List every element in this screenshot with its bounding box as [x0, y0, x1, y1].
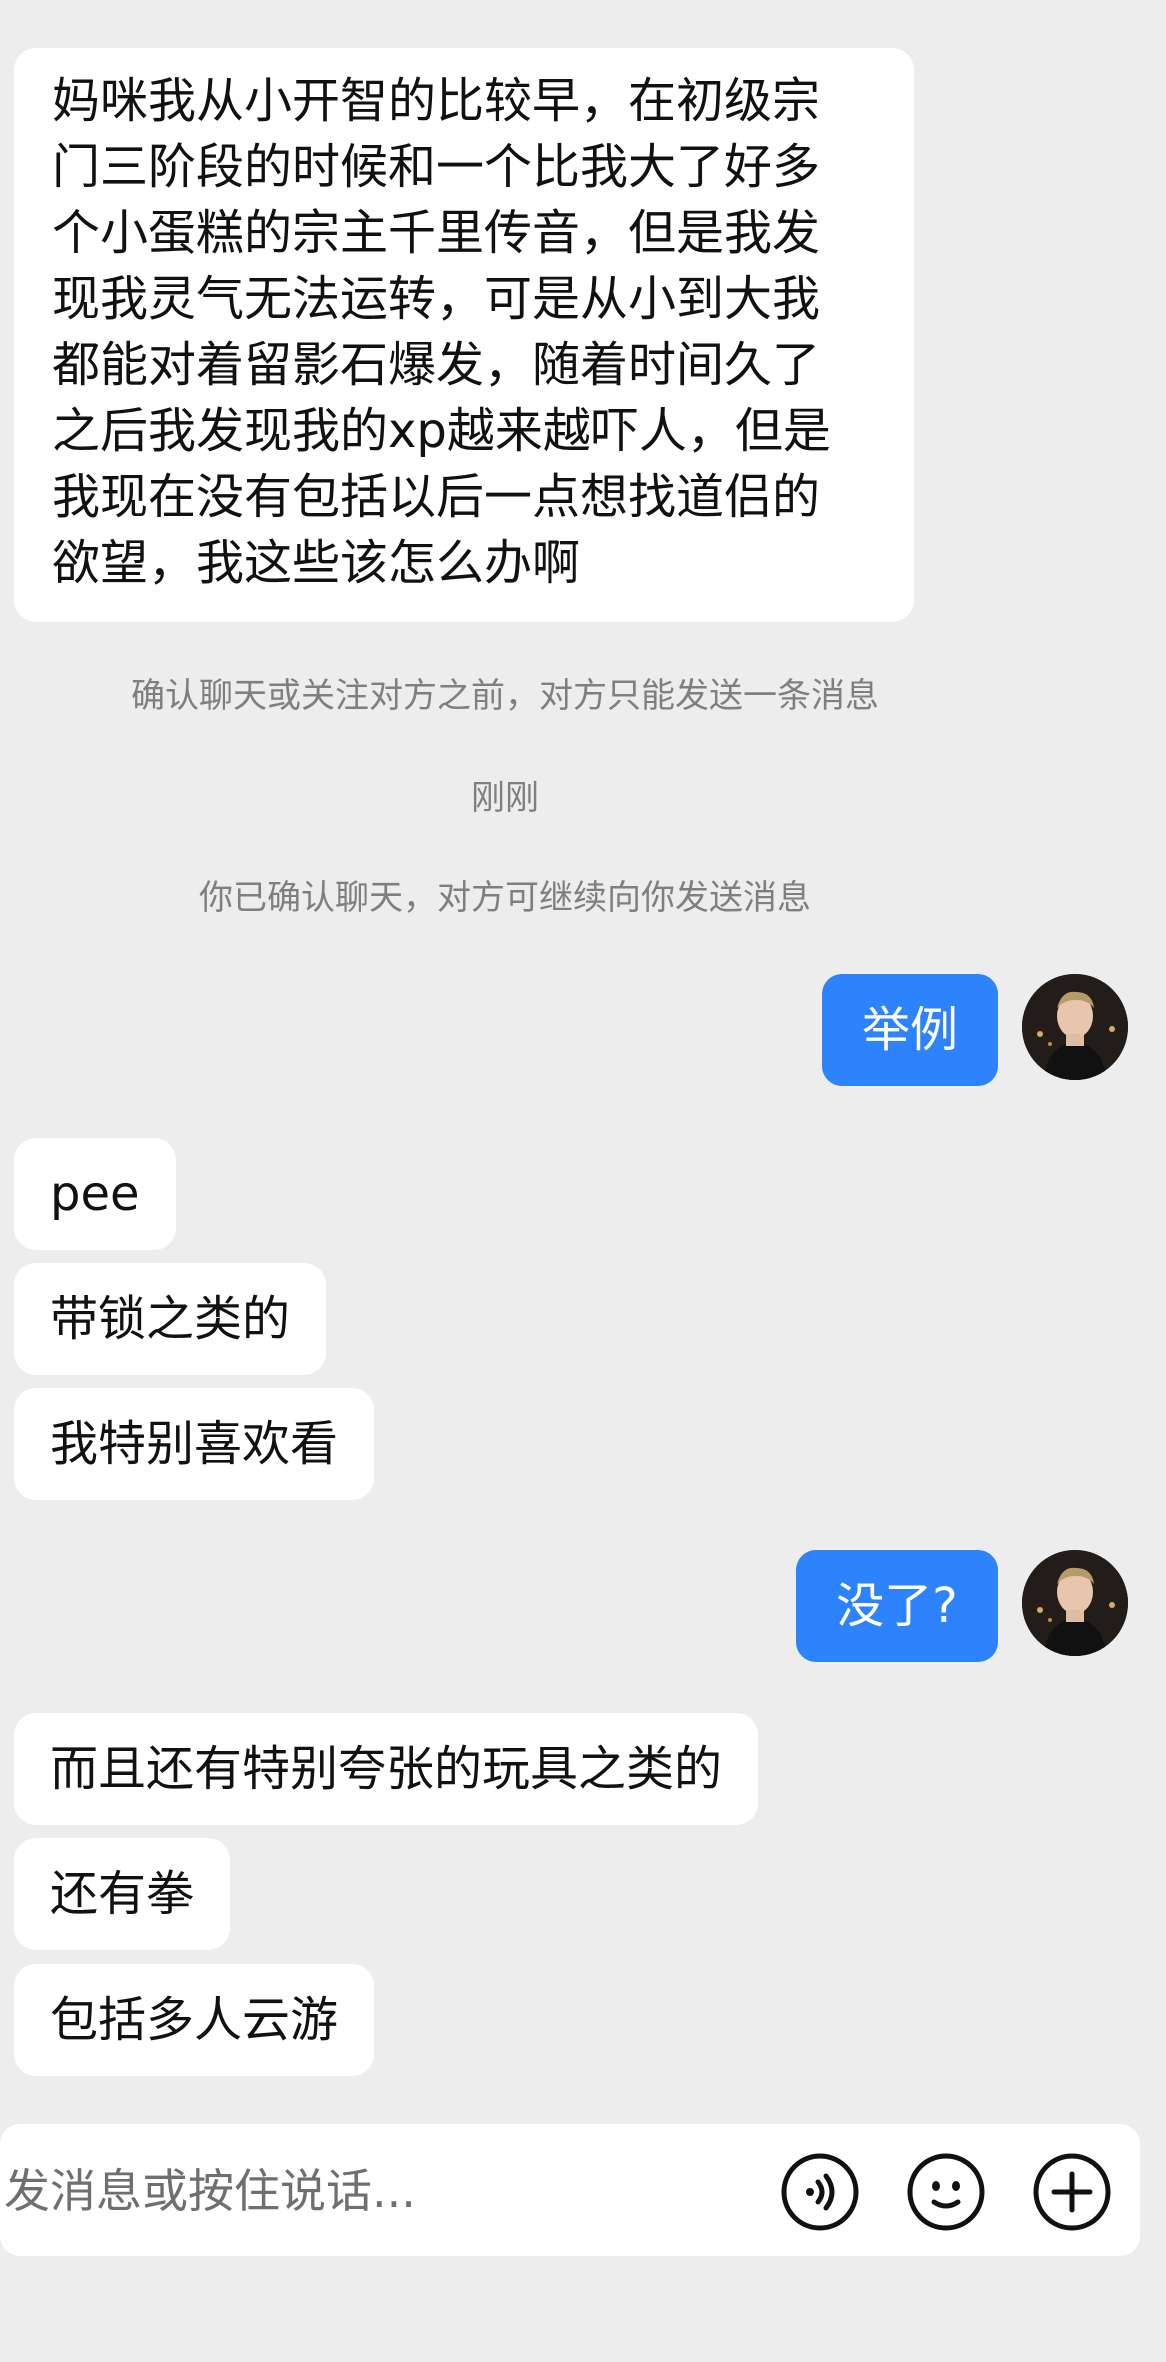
- voice-icon: [781, 2153, 859, 2231]
- incoming-message[interactable]: 而且还有特别夸张的玩具之类的: [14, 1713, 759, 1825]
- avatar-image: [1022, 1550, 1128, 1656]
- timestamp: 刚刚: [471, 778, 539, 818]
- avatar[interactable]: [1022, 1550, 1128, 1656]
- avatar[interactable]: [1022, 974, 1128, 1080]
- plus-icon: [1033, 2153, 1111, 2231]
- incoming-message[interactable]: 包括多人云游: [14, 1964, 375, 2076]
- system-notice: 确认聊天或关注对方之前，对方只能发送一条消息: [131, 676, 879, 716]
- message-line: 个小蛋糕的宗主千里传音，但是我发: [52, 205, 821, 261]
- incoming-message[interactable]: 带锁之类的: [14, 1263, 327, 1375]
- message-line: 门三阶段的时候和一个比我大了好多: [52, 139, 821, 195]
- message-line: 妈咪我从小开智的比较早，在初级宗: [52, 73, 821, 129]
- message-line: 都能对着留影石爆发，随着时间久了: [52, 337, 821, 393]
- message-line: 我现在没有包括以后一点想找道侣的: [52, 469, 821, 525]
- avatar-image: [1022, 974, 1128, 1080]
- emoji-icon: [907, 2153, 985, 2231]
- incoming-message[interactable]: 还有拳: [14, 1838, 231, 1950]
- message-input-bar: 发消息或按住说话...: [0, 2124, 1140, 2256]
- outgoing-message[interactable]: 没了?: [796, 1550, 998, 1662]
- incoming-message-long[interactable]: 妈咪我从小开智的比较早，在初级宗 门三阶段的时候和一个比我大了好多 个小蛋糕的宗…: [14, 48, 914, 622]
- system-notice: 你已确认聊天，对方可继续向你发送消息: [199, 878, 811, 918]
- message-input[interactable]: 发消息或按住说话...: [4, 2164, 416, 2218]
- outgoing-message[interactable]: 举例: [822, 974, 998, 1086]
- message-line: 之后我发现我的xp越来越吓人，但是: [52, 403, 831, 459]
- incoming-message[interactable]: 我特别喜欢看: [14, 1388, 375, 1500]
- message-line: 现我灵气无法运转，可是从小到大我: [52, 271, 821, 327]
- message-line: 欲望，我这些该怎么办啊: [52, 535, 581, 591]
- voice-button[interactable]: [780, 2152, 860, 2232]
- plus-button[interactable]: [1032, 2152, 1112, 2232]
- chat-screen: 妈咪我从小开智的比较早，在初级宗 门三阶段的时候和一个比我大了好多 个小蛋糕的宗…: [0, 0, 1166, 2362]
- emoji-button[interactable]: [906, 2152, 986, 2232]
- incoming-message[interactable]: pee: [14, 1138, 176, 1250]
